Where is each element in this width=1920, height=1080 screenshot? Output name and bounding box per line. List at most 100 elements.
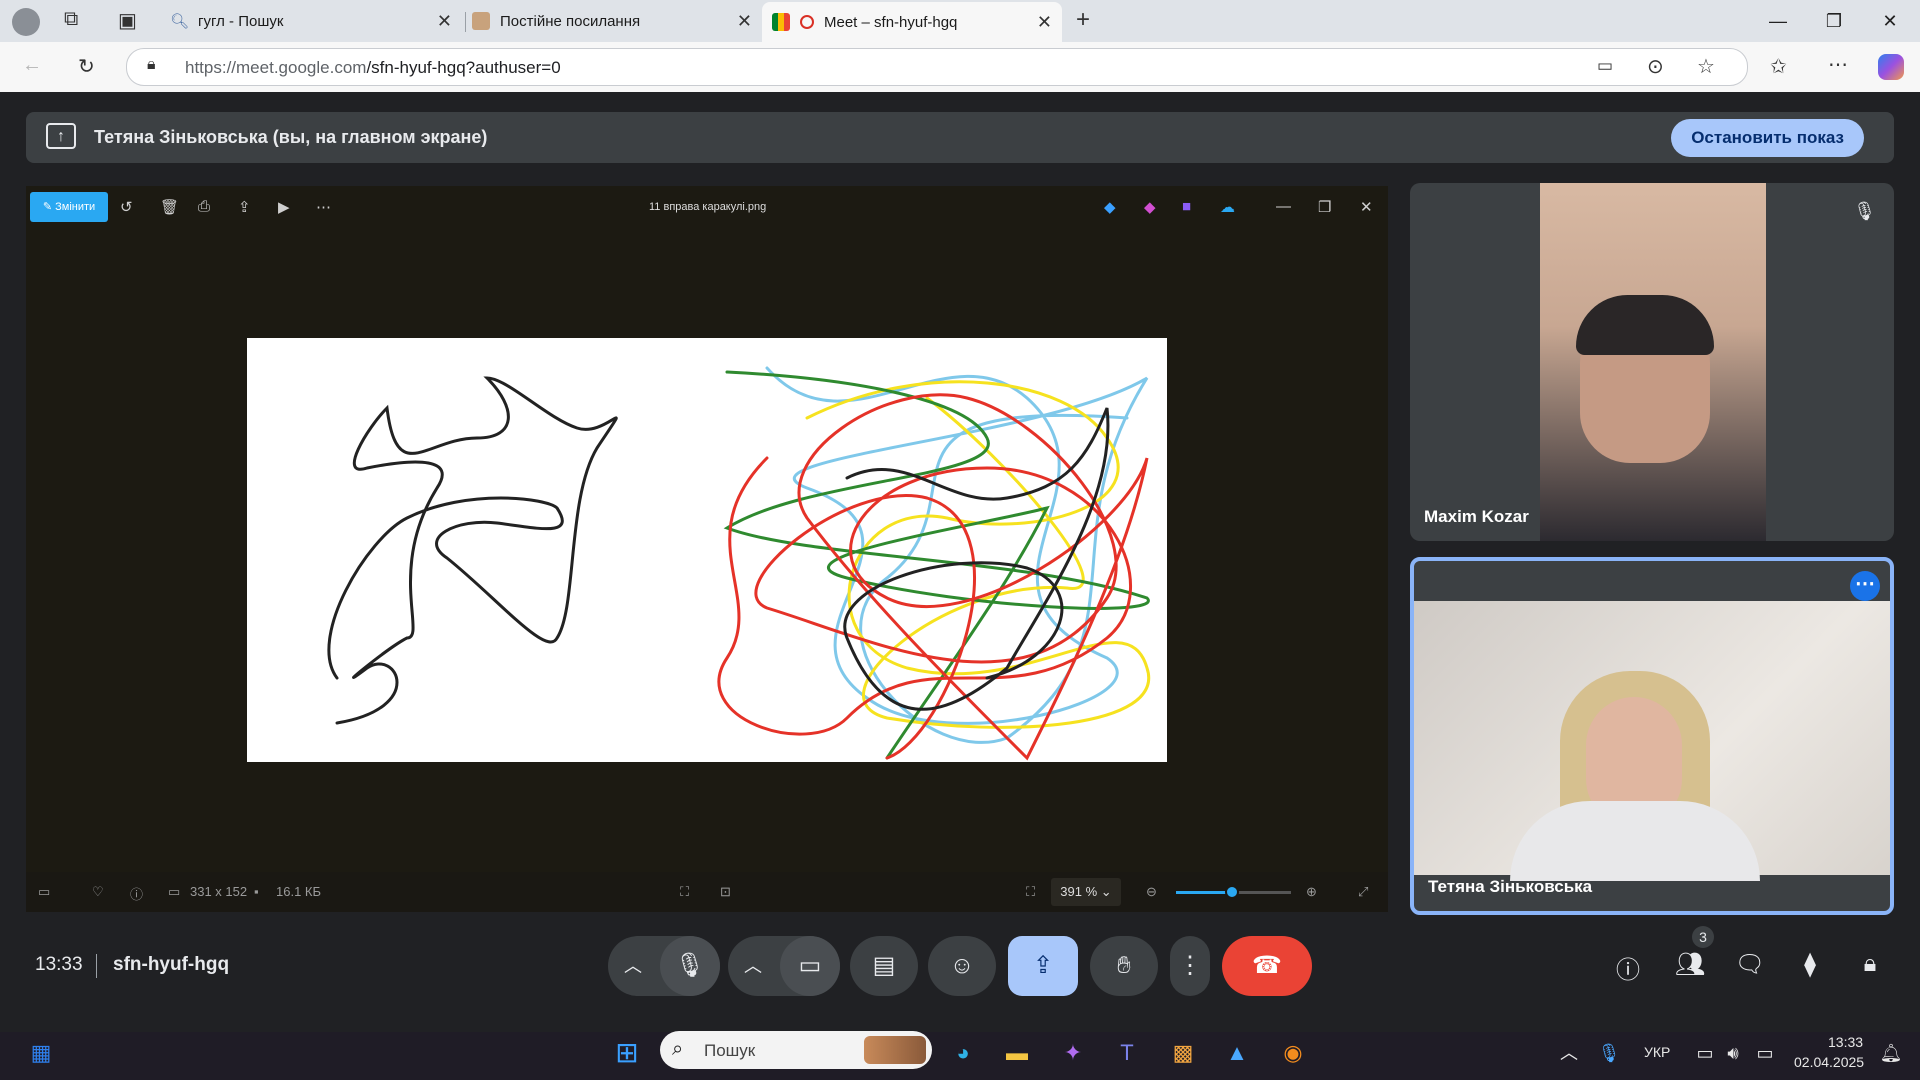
rotate-icon[interactable]: ↺ [120,198,133,216]
edit-label: Змінити [55,201,96,213]
presenting-banner: ↑ Тетяна Зіньковська (вы, на главном экр… [26,112,1894,163]
delete-icon[interactable]: 🗑︎ [160,198,179,216]
tab-title: Meet – sfn-hyuf-hgq [824,13,958,31]
activities-icon[interactable]: ⧫ [1792,950,1828,986]
camera-permission-icon[interactable]: ▭ [1597,56,1613,76]
app-icon-2[interactable]: ◆ [1144,198,1156,216]
notifications-icon[interactable]: 🔔︎ [1874,1036,1908,1070]
edit-pencil-icon: ✎ [42,201,53,213]
people-icon[interactable]: 👥︎ [1672,950,1708,986]
taskbar-time[interactable]: 13:33 [1828,1034,1863,1050]
microphone-icon[interactable]: 🎙︎ [660,936,720,996]
crop-select-icon[interactable]: ⛶ [680,884,689,900]
lock-icon[interactable]: 🔒︎ [147,56,156,74]
tab-actions-icon[interactable]: ▣ [118,8,137,33]
volume-icon[interactable]: 🔊︎ [1716,1036,1750,1070]
present-screen-icon: ↑ [46,123,76,149]
url-path: /sfn-hyuf-hgq?authuser=0 [366,58,561,77]
show-hidden-icons[interactable]: ︿ [1552,1036,1586,1070]
share-icon[interactable]: ⇪ [238,198,251,216]
tab-permalink[interactable]: Постійне посилання ✕ [472,4,762,38]
app-icon-3[interactable]: ■ [1182,198,1191,215]
participant-tile-maxim[interactable]: 🎙︎ Maxim Kozar [1410,183,1894,541]
address-bar-row: ← ↻ 🔒︎ https://meet.google.com/sfn-hyuf-… [0,42,1920,92]
page-actions-icon[interactable]: ⊙ [1647,54,1664,79]
meeting-info-icon[interactable]: ⓘ [1610,950,1646,986]
zoom-level-select[interactable]: 391 % ⌄ [1051,878,1121,906]
print-icon[interactable]: ⎙ [198,198,210,215]
copilot-app-icon[interactable]: ✦ [1056,1036,1090,1070]
taskbar-search-box[interactable]: ⌕ Пошук [660,1031,932,1069]
shared-screen: ✎ Змінити ↺ 🗑︎ ⎙ ⇪ ▶ ⋯ 11 вправа каракул… [26,186,1388,912]
hand-icon: ✋︎ [1117,952,1131,979]
chat-icon[interactable]: 🗨︎ [1732,950,1768,986]
photos-app-icon[interactable]: ▲ [1220,1036,1254,1070]
close-tab-icon[interactable]: ✕ [737,11,752,32]
slideshow-icon[interactable]: ▶ [278,198,290,216]
leave-call-button[interactable]: ☎︎ [1222,936,1312,996]
profile-icon[interactable] [12,8,40,36]
url-field[interactable]: 🔒︎ https://meet.google.com/sfn-hyuf-hgq?… [126,48,1748,86]
more-menu-icon[interactable]: ⋯ [1828,52,1848,77]
participant-tile-self[interactable]: ⋯ Тетяна Зіньковська [1410,557,1894,915]
favorite-star-icon[interactable]: ☆ [1697,54,1715,79]
close-tab-icon[interactable]: ✕ [1037,12,1052,33]
tab-title: Постійне посилання [500,12,641,30]
restore-icon[interactable]: ❐ [1318,198,1331,216]
close-icon[interactable]: ✕ [1360,198,1373,216]
banner-title: Тетяна Зіньковська (вы, на главном экран… [94,127,488,147]
widgets-icon[interactable]: ▦ [24,1036,58,1070]
refresh-icon[interactable]: ↻ [78,54,95,79]
minimize-icon[interactable]: — [1758,8,1798,34]
tab-meet[interactable]: Meet – sfn-hyuf-hgq ✕ [762,2,1062,42]
visual-search-icon[interactable]: ⊡ [720,884,731,900]
close-tab-icon[interactable]: ✕ [437,11,452,32]
captions-button[interactable]: ▤ [850,936,918,996]
audio-options-chevron-icon[interactable]: ︿ [624,936,642,996]
zoom-slider[interactable] [1176,885,1291,899]
more-icon[interactable]: ⋯ [316,198,331,216]
restore-icon[interactable]: ❐ [1814,8,1854,34]
favorite-heart-icon[interactable]: ♡ [92,884,104,900]
raise-hand-button[interactable]: ✋︎ [1090,936,1158,996]
input-language[interactable]: УКР [1644,1044,1670,1060]
zoom-slider-knob[interactable] [1225,885,1240,899]
captions-icon: ▤ [872,952,896,979]
onedrive-icon[interactable]: ☁ [1220,198,1235,216]
present-button[interactable]: ⇪ [1008,936,1078,996]
app-icon-1[interactable]: ◆ [1104,198,1116,216]
store-icon[interactable]: ▩ [1166,1036,1200,1070]
copilot-icon[interactable] [1878,54,1904,80]
favorites-icon[interactable]: ✩ [1770,54,1787,79]
file-explorer-icon[interactable]: ▬ [1000,1036,1034,1070]
taskbar-date[interactable]: 02.04.2025 [1794,1054,1864,1070]
fullscreen-icon[interactable]: ⤢ [1358,884,1368,900]
info-icon[interactable]: ⓘ [130,884,143,903]
microphone-tray-icon[interactable]: 🎙︎ [1592,1036,1626,1070]
video-options-chevron-icon[interactable]: ︿ [744,936,762,996]
reactions-button[interactable]: ☺ [928,936,996,996]
edge-icon[interactable]: ◕ [946,1036,980,1070]
teams-icon[interactable]: T [1110,1036,1144,1070]
filmstrip-icon[interactable]: ▭ [38,884,50,900]
more-options-icon[interactable]: ⋯ [1850,571,1880,601]
recorder-app-icon[interactable]: ◉ [1276,1036,1310,1070]
minimize-icon[interactable]: — [1276,198,1291,215]
workspaces-icon[interactable]: ⧉ [64,8,78,31]
stop-presenting-button[interactable]: Остановить показ [1671,119,1864,157]
host-controls-icon[interactable]: 🔒︎ [1852,950,1888,986]
meet-logo-icon [772,13,790,31]
start-icon[interactable]: ⊞ [610,1036,644,1070]
tab-search[interactable]: 🔍︎ гугл - Пошук ✕ [170,4,462,38]
meeting-code: sfn-hyuf-hgq [113,954,230,975]
zoom-out-icon[interactable]: ⊖ [1146,884,1157,900]
zoom-in-icon[interactable]: ⊕ [1306,884,1317,900]
battery-icon[interactable]: ▭ [1748,1036,1782,1070]
camera-icon[interactable]: ▭ [780,936,840,996]
back-icon[interactable]: ← [22,54,42,77]
close-window-icon[interactable]: ✕ [1870,8,1910,34]
more-options-button[interactable]: ⋮ [1170,936,1210,996]
edit-button[interactable]: ✎ Змінити [30,192,108,222]
fit-window-icon[interactable]: ⛶ [1026,884,1035,900]
new-tab-icon[interactable]: + [1076,6,1090,34]
